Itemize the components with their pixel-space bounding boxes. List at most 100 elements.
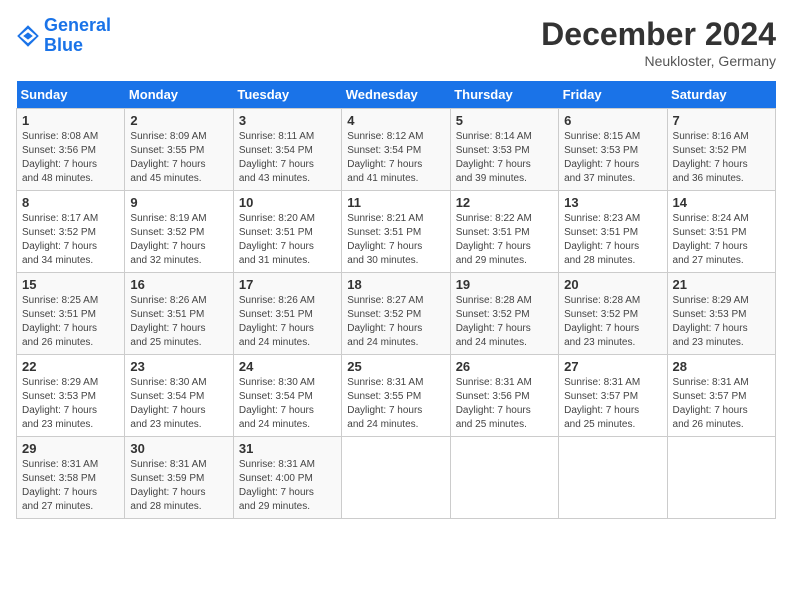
calendar-day-cell: 7 Sunrise: 8:16 AM Sunset: 3:52 PM Daylig… xyxy=(667,109,775,191)
empty-cell xyxy=(667,437,775,519)
day-info: Sunrise: 8:16 AM Sunset: 3:52 PM Dayligh… xyxy=(673,130,770,186)
calendar-day-cell: 29 Sunrise: 8:31 AM Sunset: 3:58 PM Dayli… xyxy=(17,437,125,519)
day-info: Sunrise: 8:31 AM Sunset: 3:55 PM Dayligh… xyxy=(347,376,444,432)
empty-cell xyxy=(559,437,667,519)
day-number: 8 xyxy=(22,195,119,210)
calendar-day-cell: 8 Sunrise: 8:17 AM Sunset: 3:52 PM Daylig… xyxy=(17,191,125,273)
logo-text: General Blue xyxy=(44,16,111,56)
day-number: 14 xyxy=(673,195,770,210)
calendar-day-cell: 31Sunrise: 8:31 AM Sunset: 4:00 PM Dayli… xyxy=(233,437,341,519)
day-info: Sunrise: 8:28 AM Sunset: 3:52 PM Dayligh… xyxy=(564,294,661,350)
day-number: 11 xyxy=(347,195,444,210)
calendar-day-cell: 9 Sunrise: 8:19 AM Sunset: 3:52 PM Daylig… xyxy=(125,191,233,273)
calendar-day-cell: 16Sunrise: 8:26 AM Sunset: 3:51 PM Dayli… xyxy=(125,273,233,355)
calendar-day-cell: 28Sunrise: 8:31 AM Sunset: 3:57 PM Dayli… xyxy=(667,355,775,437)
day-number: 2 xyxy=(130,113,227,128)
calendar-week-row: 1 Sunrise: 8:08 AM Sunset: 3:56 PM Daylig… xyxy=(17,109,776,191)
calendar-week-row: 22 Sunrise: 8:29 AM Sunset: 3:53 PM Dayli… xyxy=(17,355,776,437)
header-monday: Monday xyxy=(125,81,233,109)
day-info: Sunrise: 8:17 AM Sunset: 3:52 PM Dayligh… xyxy=(22,212,119,268)
day-info: Sunrise: 8:15 AM Sunset: 3:53 PM Dayligh… xyxy=(564,130,661,186)
day-number: 6 xyxy=(564,113,661,128)
calendar-day-cell: 27 Sunrise: 8:31 AM Sunset: 3:57 PM Dayli… xyxy=(559,355,667,437)
day-info: Sunrise: 8:25 AM Sunset: 3:51 PM Dayligh… xyxy=(22,294,119,350)
day-info: Sunrise: 8:28 AM Sunset: 3:52 PM Dayligh… xyxy=(456,294,553,350)
header-saturday: Saturday xyxy=(667,81,775,109)
day-info: Sunrise: 8:31 AM Sunset: 3:59 PM Dayligh… xyxy=(130,458,227,514)
calendar-day-cell: 14Sunrise: 8:24 AM Sunset: 3:51 PM Dayli… xyxy=(667,191,775,273)
day-number: 25 xyxy=(347,359,444,374)
calendar-day-cell: 13 Sunrise: 8:23 AM Sunset: 3:51 PM Dayli… xyxy=(559,191,667,273)
calendar-day-cell: 20Sunrise: 8:28 AM Sunset: 3:52 PM Dayli… xyxy=(559,273,667,355)
day-info: Sunrise: 8:30 AM Sunset: 3:54 PM Dayligh… xyxy=(130,376,227,432)
calendar-day-cell: 4 Sunrise: 8:12 AM Sunset: 3:54 PM Daylig… xyxy=(342,109,450,191)
calendar-table: SundayMondayTuesdayWednesdayThursdayFrid… xyxy=(16,81,776,519)
header-sunday: Sunday xyxy=(17,81,125,109)
day-number: 5 xyxy=(456,113,553,128)
day-number: 23 xyxy=(130,359,227,374)
empty-cell xyxy=(342,437,450,519)
location: Neukloster, Germany xyxy=(541,53,776,69)
calendar-day-cell: 6 Sunrise: 8:15 AM Sunset: 3:53 PM Daylig… xyxy=(559,109,667,191)
calendar-day-cell: 26 Sunrise: 8:31 AM Sunset: 3:56 PM Dayli… xyxy=(450,355,558,437)
calendar-day-cell: 10Sunrise: 8:20 AM Sunset: 3:51 PM Dayli… xyxy=(233,191,341,273)
day-number: 24 xyxy=(239,359,336,374)
day-number: 4 xyxy=(347,113,444,128)
logo: General Blue xyxy=(16,16,111,56)
day-number: 30 xyxy=(130,441,227,456)
day-number: 22 xyxy=(22,359,119,374)
header-thursday: Thursday xyxy=(450,81,558,109)
day-number: 12 xyxy=(456,195,553,210)
day-number: 29 xyxy=(22,441,119,456)
calendar-week-row: 15 Sunrise: 8:25 AM Sunset: 3:51 PM Dayli… xyxy=(17,273,776,355)
day-number: 3 xyxy=(239,113,336,128)
day-info: Sunrise: 8:09 AM Sunset: 3:55 PM Dayligh… xyxy=(130,130,227,186)
month-title: December 2024 xyxy=(541,16,776,53)
day-info: Sunrise: 8:31 AM Sunset: 3:58 PM Dayligh… xyxy=(22,458,119,514)
calendar-day-cell: 25 Sunrise: 8:31 AM Sunset: 3:55 PM Dayli… xyxy=(342,355,450,437)
day-info: Sunrise: 8:29 AM Sunset: 3:53 PM Dayligh… xyxy=(22,376,119,432)
page-header: General Blue December 2024 Neukloster, G… xyxy=(16,16,776,69)
calendar-day-cell: 18 Sunrise: 8:27 AM Sunset: 3:52 PM Dayli… xyxy=(342,273,450,355)
empty-cell xyxy=(450,437,558,519)
day-number: 13 xyxy=(564,195,661,210)
header-tuesday: Tuesday xyxy=(233,81,341,109)
day-number: 17 xyxy=(239,277,336,292)
day-number: 21 xyxy=(673,277,770,292)
calendar-day-cell: 21Sunrise: 8:29 AM Sunset: 3:53 PM Dayli… xyxy=(667,273,775,355)
calendar-header-row: SundayMondayTuesdayWednesdayThursdayFrid… xyxy=(17,81,776,109)
day-info: Sunrise: 8:14 AM Sunset: 3:53 PM Dayligh… xyxy=(456,130,553,186)
day-number: 16 xyxy=(130,277,227,292)
day-info: Sunrise: 8:30 AM Sunset: 3:54 PM Dayligh… xyxy=(239,376,336,432)
day-number: 31 xyxy=(239,441,336,456)
day-info: Sunrise: 8:31 AM Sunset: 3:56 PM Dayligh… xyxy=(456,376,553,432)
day-number: 27 xyxy=(564,359,661,374)
day-info: Sunrise: 8:12 AM Sunset: 3:54 PM Dayligh… xyxy=(347,130,444,186)
calendar-day-cell: 22 Sunrise: 8:29 AM Sunset: 3:53 PM Dayli… xyxy=(17,355,125,437)
day-info: Sunrise: 8:23 AM Sunset: 3:51 PM Dayligh… xyxy=(564,212,661,268)
day-info: Sunrise: 8:22 AM Sunset: 3:51 PM Dayligh… xyxy=(456,212,553,268)
day-info: Sunrise: 8:19 AM Sunset: 3:52 PM Dayligh… xyxy=(130,212,227,268)
calendar-week-row: 8 Sunrise: 8:17 AM Sunset: 3:52 PM Daylig… xyxy=(17,191,776,273)
day-number: 15 xyxy=(22,277,119,292)
title-block: December 2024 Neukloster, Germany xyxy=(541,16,776,69)
day-number: 28 xyxy=(673,359,770,374)
day-number: 1 xyxy=(22,113,119,128)
calendar-day-cell: 3 Sunrise: 8:11 AM Sunset: 3:54 PM Daylig… xyxy=(233,109,341,191)
day-number: 18 xyxy=(347,277,444,292)
calendar-day-cell: 19Sunrise: 8:28 AM Sunset: 3:52 PM Dayli… xyxy=(450,273,558,355)
calendar-day-cell: 12 Sunrise: 8:22 AM Sunset: 3:51 PM Dayli… xyxy=(450,191,558,273)
day-number: 9 xyxy=(130,195,227,210)
day-info: Sunrise: 8:26 AM Sunset: 3:51 PM Dayligh… xyxy=(239,294,336,350)
day-number: 7 xyxy=(673,113,770,128)
calendar-day-cell: 17 Sunrise: 8:26 AM Sunset: 3:51 PM Dayli… xyxy=(233,273,341,355)
day-number: 26 xyxy=(456,359,553,374)
day-info: Sunrise: 8:20 AM Sunset: 3:51 PM Dayligh… xyxy=(239,212,336,268)
day-info: Sunrise: 8:08 AM Sunset: 3:56 PM Dayligh… xyxy=(22,130,119,186)
logo-icon xyxy=(16,24,40,48)
calendar-day-cell: 11Sunrise: 8:21 AM Sunset: 3:51 PM Dayli… xyxy=(342,191,450,273)
day-info: Sunrise: 8:31 AM Sunset: 3:57 PM Dayligh… xyxy=(564,376,661,432)
day-info: Sunrise: 8:27 AM Sunset: 3:52 PM Dayligh… xyxy=(347,294,444,350)
header-friday: Friday xyxy=(559,81,667,109)
day-info: Sunrise: 8:11 AM Sunset: 3:54 PM Dayligh… xyxy=(239,130,336,186)
